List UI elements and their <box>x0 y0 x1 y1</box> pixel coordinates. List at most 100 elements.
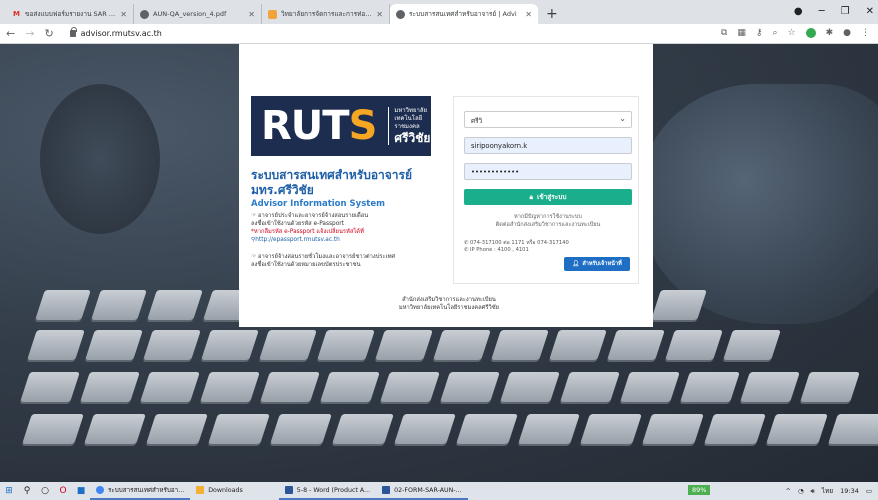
keyboard-key <box>518 414 581 444</box>
language-indicator[interactable]: ไทย <box>822 486 833 496</box>
keyboard-key <box>580 414 643 444</box>
ruts-logo: RUTS มหาวิทยาลัย เทคโนโลยีราชมงคล ศรีวิช… <box>251 96 431 156</box>
tab-advisor[interactable]: ระบบสารสนเทศสำหรับอาจารย์ | Advi ✕ <box>390 4 538 24</box>
extensions-area: ⧉ ▦ ⚷ ⌕ ☆ ✱ ● ⋮ <box>721 28 870 38</box>
taskbar-app-downloads[interactable]: Downloads <box>190 482 249 500</box>
chevron-down-icon: ⌄ <box>619 114 626 123</box>
username-field[interactable]: siripoonyakorn.k <box>464 137 632 154</box>
system-tray: ^ ◔ 🔊︎ ไทย 19:34 ▭ <box>786 482 873 500</box>
password-field[interactable]: •••••••••••• <box>464 163 632 180</box>
reload-icon[interactable]: ↻ <box>44 27 53 40</box>
keyboard-key <box>270 414 333 444</box>
keyboard-key <box>619 372 680 402</box>
puzzle-icon[interactable]: ✱ <box>826 28 834 38</box>
volume-icon[interactable]: 🔊︎ <box>811 487 815 496</box>
hand-shape <box>640 84 878 324</box>
tab-title: AUN-QA_version_4.pdf <box>153 10 227 18</box>
chevron-up-icon[interactable]: ^ <box>786 487 791 495</box>
close-tab-icon[interactable]: ✕ <box>120 10 127 19</box>
notification-icon[interactable]: ▭ <box>866 487 872 495</box>
login-card: RUTS มหาวิทยาลัย เทคโนโลยีราชมงคล ศรีวิช… <box>239 44 653 327</box>
close-tab-icon[interactable]: ✕ <box>248 10 255 19</box>
extension-green-icon[interactable] <box>805 28 816 38</box>
keyboard-key <box>766 414 829 444</box>
login-button[interactable]: 🔒︎ เข้าสู่ระบบ <box>464 189 632 205</box>
close-window-icon[interactable]: ✕ <box>866 6 874 17</box>
keyboard-key <box>607 330 665 360</box>
search-icon[interactable]: ⚲ <box>18 482 36 500</box>
logo-text: RUTS <box>261 103 377 149</box>
keyboard-key <box>799 372 860 402</box>
task-view-icon[interactable]: ○ <box>36 482 54 500</box>
keyboard-key <box>208 414 271 444</box>
keyboard-key <box>828 414 878 444</box>
chrome-icon <box>396 9 405 19</box>
menu-icon[interactable]: ⋮ <box>861 28 870 38</box>
zoom-icon[interactable]: ⌕ <box>772 28 777 38</box>
gmail-icon: M <box>13 10 20 18</box>
keyboard-key <box>146 414 209 444</box>
maximize-icon[interactable]: ❐ <box>841 6 850 17</box>
word-icon <box>284 486 293 494</box>
keyboard-key <box>143 330 201 360</box>
keyboard-key <box>679 372 740 402</box>
help-note: หากมีปัญหาการใช้งานระบบ ติดต่อสำนักส่งเส… <box>495 214 601 228</box>
tab-gmail[interactable]: M ขอส่งแบบฟอร์มรายงาน SAR ระดับหลั ✕ <box>6 4 134 24</box>
coffee-mug-shape <box>40 84 160 234</box>
system-subtitle: Advisor Information System <box>251 199 385 209</box>
staff-login-button[interactable]: 👤︎ สำหรับเจ้าหน้าที่ <box>564 257 630 271</box>
profile-icon[interactable]: ● <box>794 6 803 17</box>
opera-icon[interactable]: O <box>54 482 72 500</box>
campus-select[interactable]: ศรีวิ ⌄ <box>464 111 632 128</box>
keyboard-key <box>499 372 560 402</box>
close-tab-icon[interactable]: ✕ <box>376 10 383 19</box>
keyboard-key <box>79 372 140 402</box>
battery-badge[interactable]: 89% <box>688 485 711 495</box>
keyboard-key <box>704 414 767 444</box>
network-icon[interactable]: ◔ <box>798 487 804 495</box>
keyboard-key <box>375 330 433 360</box>
close-tab-icon[interactable]: ✕ <box>525 10 532 19</box>
taskbar-app-chrome[interactable]: ระบบสารสนเทศสำหรับอา... <box>90 482 191 500</box>
keyboard-key <box>201 330 259 360</box>
key-icon[interactable]: ⚷ <box>756 28 763 38</box>
keyboard-key <box>723 330 781 360</box>
taskbar-app-word1[interactable]: 5-8 - Word (Product A... <box>278 482 377 500</box>
app-icon[interactable]: ■ <box>72 482 90 500</box>
star-icon[interactable]: ☆ <box>788 28 796 38</box>
keyboard-key <box>259 372 320 402</box>
keyboard-key <box>394 414 457 444</box>
keyboard-key <box>199 372 260 402</box>
avatar[interactable]: ● <box>843 28 851 38</box>
forward-icon[interactable]: → <box>25 27 34 40</box>
keyboard-key <box>259 330 317 360</box>
address-bar: ← → ↻ advisor.rmutsv.ac.th ⧉ ▦ ⚷ ⌕ ☆ ✱ ●… <box>0 24 878 44</box>
minimize-icon[interactable]: ─ <box>819 6 825 17</box>
college-icon <box>268 9 277 19</box>
epassport-link[interactable]: ⚲http://epassport.rmutsv.ac.th <box>251 236 451 244</box>
new-tab-button[interactable]: + <box>546 4 558 24</box>
faculty-login-note: ☞ อาจารย์ประจำและอาจารย์จ้างสอนรายเดือน … <box>251 212 451 244</box>
user-icon: 👤︎ <box>572 261 580 267</box>
tab-college[interactable]: วิทยาลัยการจัดการและการท่องเที่ยว ลิ ✕ <box>262 4 390 24</box>
window-controls: ● ─ ❐ ✕ <box>794 0 874 22</box>
info-icon: ☞ <box>251 254 259 260</box>
url-field[interactable]: advisor.rmutsv.ac.th <box>69 27 162 38</box>
browser-tab-bar: M ขอส่งแบบฟอร์มรายงาน SAR ระดับหลั ✕ AUN… <box>0 0 878 24</box>
tab-pdf[interactable]: AUN-QA_version_4.pdf ✕ <box>134 4 262 24</box>
keyboard-key <box>317 330 375 360</box>
screenshot-icon[interactable]: ⧉ <box>721 28 727 38</box>
url-text: advisor.rmutsv.ac.th <box>80 29 162 38</box>
keyboard-key <box>559 372 620 402</box>
card-footer: สำนักส่งเสริมวิชาการและงานทะเบียน มหาวิท… <box>398 297 500 311</box>
clock[interactable]: 19:34 <box>840 487 859 495</box>
keyboard-key <box>491 330 549 360</box>
chrome-icon <box>96 486 104 494</box>
keyboard-key <box>85 330 143 360</box>
back-icon[interactable]: ← <box>6 27 15 40</box>
keyboard-key <box>651 290 707 320</box>
windows-start-icon[interactable]: ⊞ <box>0 482 18 500</box>
keyboard-key <box>27 330 85 360</box>
taskbar-app-word2[interactable]: 02-FORM-SAR-AUN-... <box>376 482 468 500</box>
qr-icon[interactable]: ▦ <box>737 28 746 38</box>
